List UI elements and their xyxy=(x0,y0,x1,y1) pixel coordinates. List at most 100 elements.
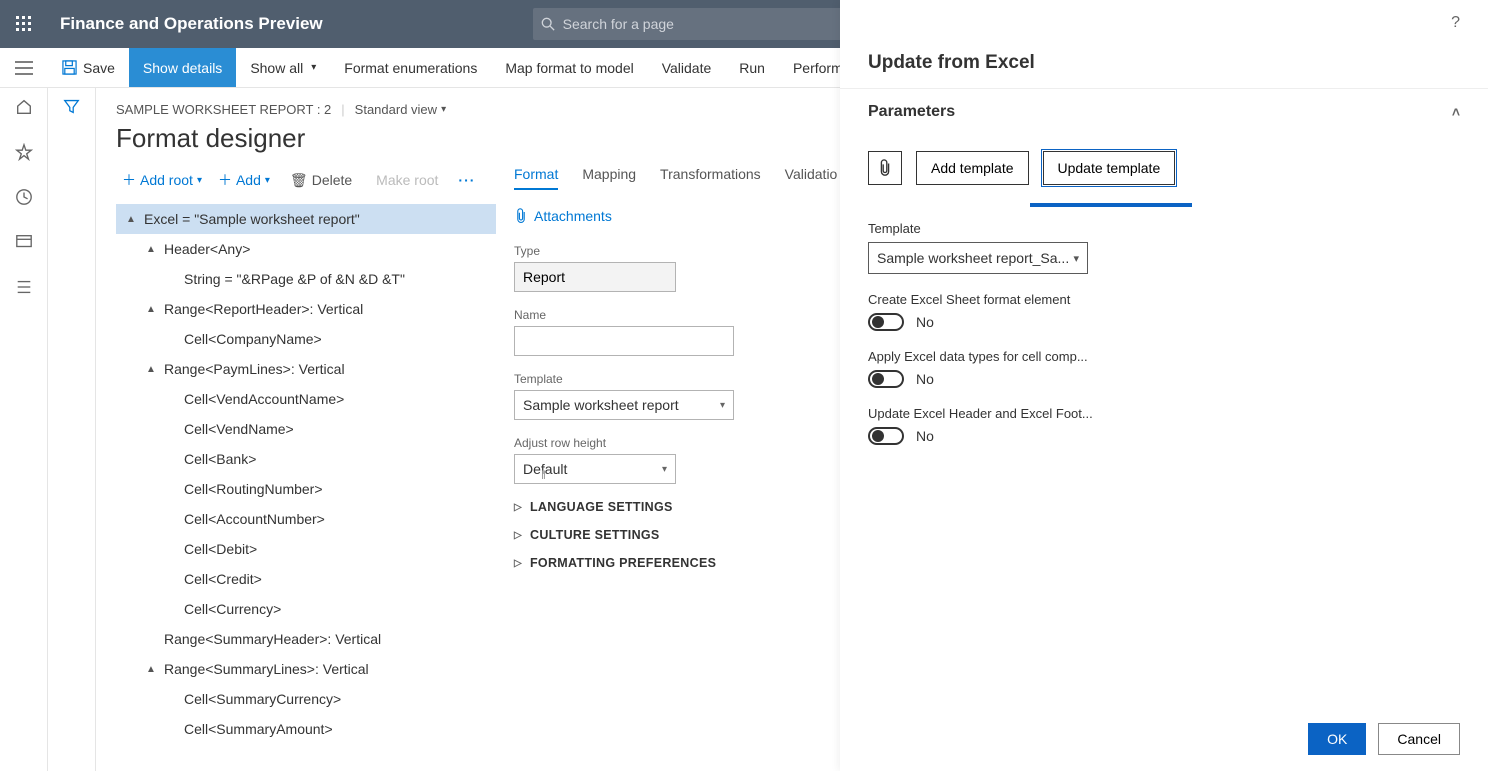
tree-actions: ＋Add root▾ ＋Add▾ 🗑Delete Make root ··· xyxy=(116,166,496,194)
format-tree[interactable]: ▲Excel = "Sample worksheet report"▲Heade… xyxy=(116,204,496,744)
cancel-button[interactable]: Cancel xyxy=(1378,723,1460,755)
tree-toggle-icon[interactable]: ▲ xyxy=(144,364,158,375)
template-label: Template xyxy=(514,372,734,386)
tree-node[interactable]: ▲ Range<ReportHeader>: Vertical xyxy=(116,294,496,324)
plus-icon: ＋ xyxy=(218,170,232,190)
workspace-icon[interactable] xyxy=(15,233,33,256)
tree-node[interactable]: ▲Cell<Bank> xyxy=(116,444,496,474)
tree-node-label: Range<SummaryLines>: Vertical xyxy=(164,661,369,677)
tree-node[interactable]: ▲Range<SummaryHeader>: Vertical xyxy=(116,624,496,654)
show-all-label: Show all xyxy=(250,60,303,76)
tree-node[interactable]: ▲String = "&RPage &P of &N &D &T" xyxy=(116,264,496,294)
tree-node[interactable]: ▲Cell<AccountNumber> xyxy=(116,504,496,534)
tree-node[interactable]: ▲Header<Any> xyxy=(116,234,496,264)
tree-node[interactable]: ▲ Range<SummaryLines>: Vertical xyxy=(116,654,496,684)
tree-node[interactable]: ▲Cell<Credit> xyxy=(116,564,496,594)
tree-node[interactable]: ▲Cell<Debit> xyxy=(116,534,496,564)
history-icon[interactable] xyxy=(15,188,33,211)
tree-toggle-icon[interactable]: ▲ xyxy=(144,244,158,255)
app-launcher-icon[interactable] xyxy=(0,0,48,48)
apply-types-option: Apply Excel data types for cell comp... … xyxy=(868,349,1460,388)
tree-node-label: Cell<VendName> xyxy=(184,421,294,437)
help-icon[interactable]: ? xyxy=(1451,14,1460,32)
tree-node[interactable]: ▲Cell<VendName> xyxy=(116,414,496,444)
global-search[interactable] xyxy=(533,8,853,40)
tab-format[interactable]: Format xyxy=(514,166,558,190)
tree-node[interactable]: ▲Excel = "Sample worksheet report" xyxy=(116,204,496,234)
adjust-select[interactable]: Default▾ xyxy=(514,454,676,484)
type-field: Type xyxy=(514,244,734,292)
tree-node-label: Range<ReportHeader>: Vertical xyxy=(164,301,363,317)
delete-label: Delete xyxy=(312,172,352,188)
add-root-button[interactable]: ＋Add root▾ xyxy=(116,166,208,194)
tree-toggle-icon[interactable]: ▲ xyxy=(124,214,138,225)
tree-node[interactable]: ▲Cell<SummaryCurrency> xyxy=(116,684,496,714)
chevron-down-icon: ▾ xyxy=(662,464,667,475)
filter-column xyxy=(48,88,96,771)
tree-node[interactable]: ▲Cell<Currency> xyxy=(116,594,496,624)
apply-types-toggle[interactable] xyxy=(868,370,904,388)
tab-mapping[interactable]: Mapping xyxy=(582,166,636,190)
attachments-label: Attachments xyxy=(534,208,612,224)
name-field: Name xyxy=(514,308,734,356)
attachment-button[interactable] xyxy=(868,151,902,185)
collapse-icon[interactable]: ˄ xyxy=(1452,104,1460,120)
splitter-handle[interactable]: ‖ xyxy=(541,468,546,482)
type-input[interactable] xyxy=(514,262,676,292)
chevron-down-icon: ▾ xyxy=(441,104,446,115)
template-select[interactable]: Sample worksheet report ▾ xyxy=(514,390,734,420)
active-indicator xyxy=(1030,203,1192,207)
tree-node[interactable]: ▲Range<PaymLines>: Vertical xyxy=(116,354,496,384)
tree-node-label: Cell<RoutingNumber> xyxy=(184,481,323,497)
tree-toggle-icon[interactable]: ▲ xyxy=(144,304,158,315)
save-icon xyxy=(62,60,77,75)
template-value: Sample worksheet report xyxy=(523,397,679,413)
update-template-button[interactable]: Update template xyxy=(1043,151,1176,185)
template-dropdown[interactable]: Sample worksheet report_Sa... ▾ xyxy=(868,242,1088,274)
format-enumerations-button[interactable]: Format enumerations xyxy=(330,48,491,87)
tree-node[interactable]: ▲Cell<SummaryAmount> xyxy=(116,714,496,744)
add-button[interactable]: ＋Add▾ xyxy=(212,166,276,194)
run-label: Run xyxy=(739,60,765,76)
nav-rail xyxy=(0,88,48,771)
tree-node-label: Cell<Credit> xyxy=(184,571,262,587)
update-header-toggle[interactable] xyxy=(868,427,904,445)
show-details-button[interactable]: Show details xyxy=(129,48,236,87)
view-selector[interactable]: Standard view ▾ xyxy=(355,102,446,117)
view-label: Standard view xyxy=(355,102,437,117)
adjust-label: Adjust row height xyxy=(514,436,676,450)
create-sheet-toggle[interactable] xyxy=(868,313,904,331)
chevron-down-icon: ▾ xyxy=(720,400,725,411)
name-input[interactable] xyxy=(514,326,734,356)
breadcrumb-report: SAMPLE WORKSHEET REPORT : 2 xyxy=(116,102,331,117)
add-template-button[interactable]: Add template xyxy=(916,151,1029,185)
save-button[interactable]: Save xyxy=(48,48,129,87)
modules-icon[interactable] xyxy=(15,278,33,301)
tree-node-label: Cell<VendAccountName> xyxy=(184,391,344,407)
paperclip-icon xyxy=(878,159,892,177)
template-buttons: Add template Update template xyxy=(868,151,1460,185)
more-actions-button[interactable]: ··· xyxy=(452,172,481,188)
filter-icon[interactable] xyxy=(63,98,80,771)
show-details-label: Show details xyxy=(143,60,222,76)
run-button[interactable]: Run xyxy=(725,48,779,87)
tree-node[interactable]: ▲Cell<CompanyName> xyxy=(116,324,496,354)
map-format-button[interactable]: Map format to model xyxy=(491,48,647,87)
search-input[interactable] xyxy=(563,16,845,32)
hamburger-icon[interactable] xyxy=(0,48,48,87)
delete-button[interactable]: 🗑Delete xyxy=(280,168,362,193)
star-icon[interactable] xyxy=(15,143,33,166)
ok-button[interactable]: OK xyxy=(1308,723,1366,755)
tab-validations[interactable]: Validatio xyxy=(785,166,838,190)
format-enum-label: Format enumerations xyxy=(344,60,477,76)
tab-transformations[interactable]: Transformations xyxy=(660,166,761,190)
tree-node[interactable]: ▲Cell<VendAccountName> xyxy=(116,384,496,414)
divider xyxy=(840,88,1488,89)
validate-button[interactable]: Validate xyxy=(648,48,726,87)
show-all-button[interactable]: Show all▾ xyxy=(236,48,330,87)
parameters-header[interactable]: Parameters ˄ xyxy=(840,103,1488,135)
tree-node[interactable]: ▲Cell<RoutingNumber> xyxy=(116,474,496,504)
home-icon[interactable] xyxy=(15,98,33,121)
make-root-label: Make root xyxy=(376,172,438,188)
tree-toggle-icon[interactable]: ▲ xyxy=(144,664,158,675)
